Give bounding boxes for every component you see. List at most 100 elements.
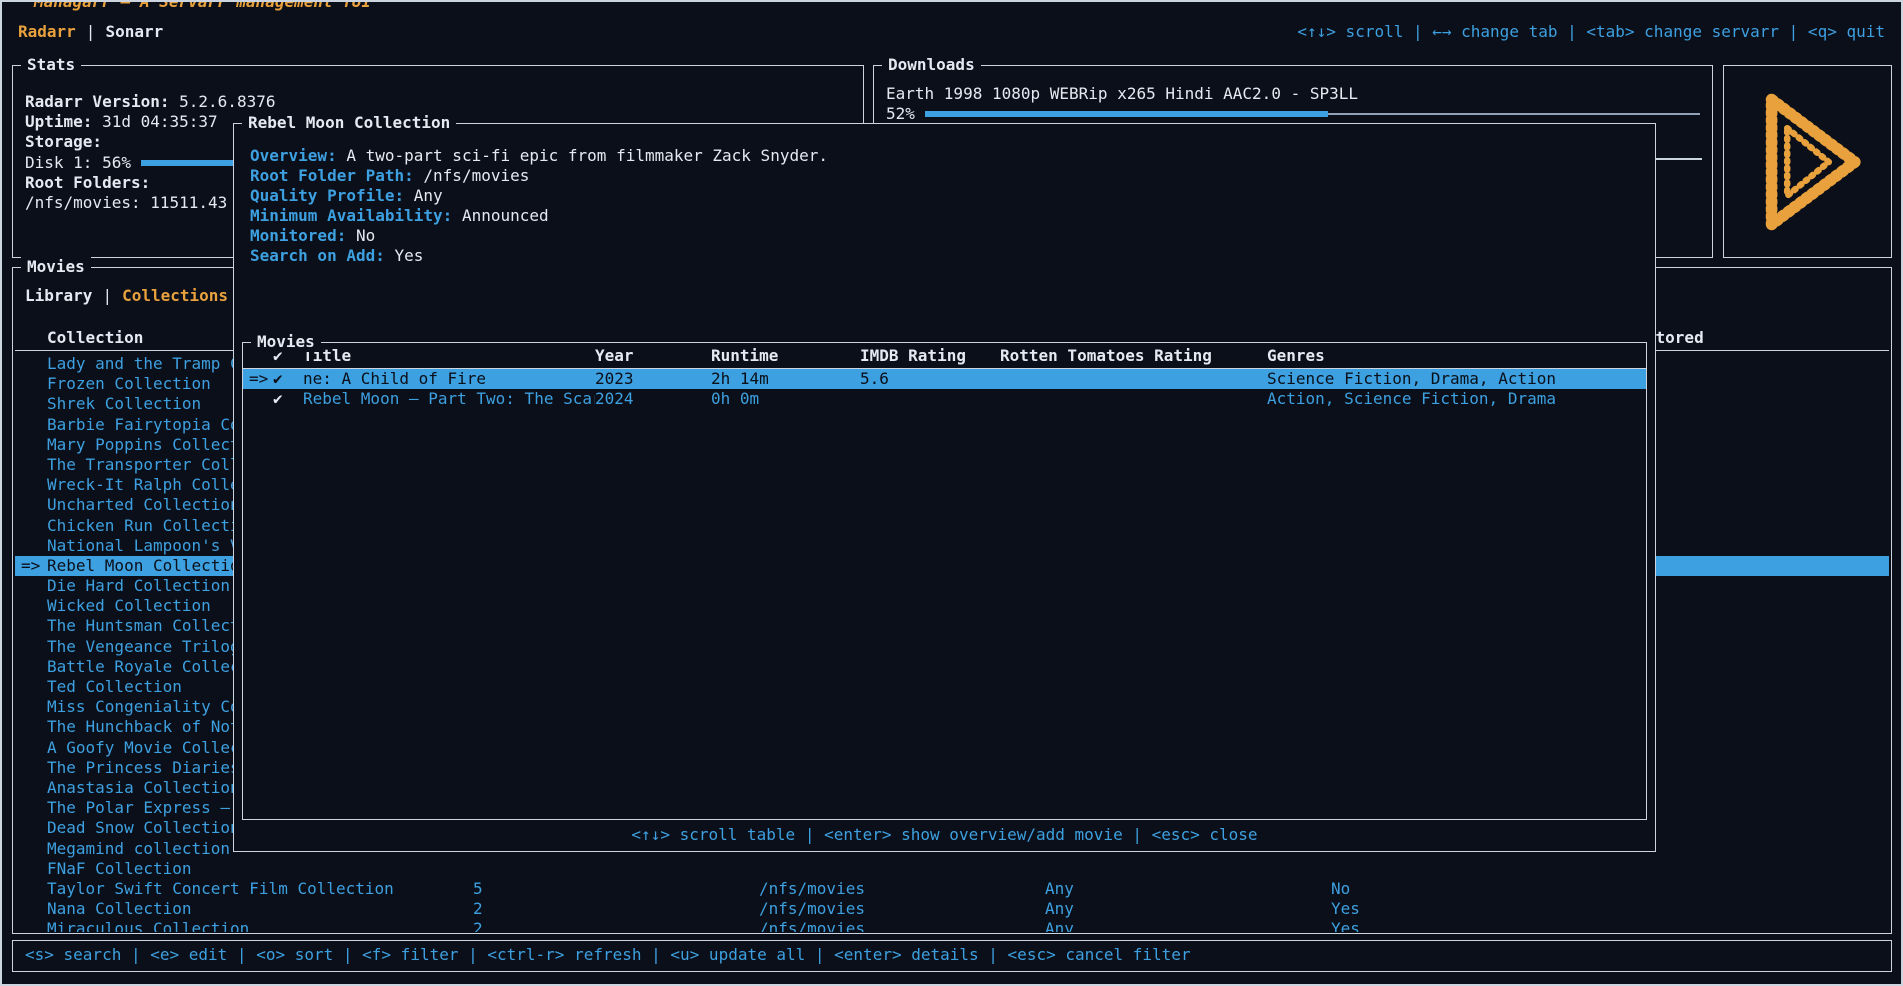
modal-field-value: Announced	[462, 206, 549, 225]
tab-separator: |	[102, 286, 112, 305]
tab-radarr[interactable]: Radarr	[18, 22, 76, 41]
empty-cell	[21, 328, 47, 350]
collection-marker	[21, 394, 47, 414]
download-name: Earth 1998 1080p WEBRip x265 Hindi AAC2.…	[886, 84, 1700, 104]
tab-collections[interactable]: Collections	[122, 286, 228, 305]
collection-marker	[21, 637, 47, 657]
tab-separator: |	[86, 22, 96, 41]
movie-imdb-rating: 5.6	[860, 369, 1000, 389]
collection-monitored	[1617, 839, 1889, 859]
stats-panel-title: Stats	[21, 55, 81, 75]
gauge-fill	[925, 111, 1328, 117]
collection-search-on-add: Yes	[1331, 919, 1617, 932]
modal-field: Overview: A two-part sci-fi epic from fi…	[250, 146, 1639, 166]
collection-row[interactable]: Miraculous Collection2/nfs/moviesAnyYes	[15, 919, 1889, 932]
app-title: Managarr – A Servarr management TUI	[26, 0, 379, 12]
movie-year: 2024	[595, 389, 711, 409]
collection-marker	[21, 354, 47, 374]
collection-monitored	[1617, 717, 1889, 737]
collection-quality-profile: Any	[1045, 879, 1331, 899]
app-window: Managarr – A Servarr management TUI Rada…	[0, 0, 1903, 986]
collection-marker	[21, 879, 47, 899]
collection-search-on-add	[1331, 859, 1617, 879]
collection-movie-count: 2	[473, 899, 759, 919]
collection-marker	[21, 374, 47, 394]
tab-sonarr[interactable]: Sonarr	[105, 22, 163, 41]
collection-monitored	[1617, 495, 1889, 515]
movie-marker	[249, 389, 273, 409]
collection-marker	[21, 475, 47, 495]
download-percent-label: 52%	[886, 104, 915, 124]
movies-tabs: Library|Collections|	[25, 286, 258, 306]
collection-monitored	[1617, 778, 1889, 798]
collection-marker	[21, 839, 47, 859]
bottom-keybind-bar: <s> search | <e> edit | <o> sort | <f> f…	[12, 940, 1892, 972]
movie-runtime: 0h 0m	[711, 389, 860, 409]
movie-check: ✔	[273, 389, 303, 409]
collection-root-folder: /nfs/movies	[759, 879, 1045, 899]
top-keybinds: <↑↓> scroll | ←→ change tab | <tab> chan…	[1297, 22, 1885, 42]
collection-monitored	[1617, 657, 1889, 677]
modal-field-value: Yes	[395, 246, 424, 265]
collection-monitored	[1617, 899, 1889, 919]
collection-row[interactable]: FNaF Collection	[15, 859, 1889, 879]
collection-monitored	[1617, 738, 1889, 758]
modal-field-value: A two-part sci-fi epic from filmmaker Za…	[346, 146, 828, 165]
modal-field-value: Any	[414, 186, 443, 205]
collection-marker	[21, 415, 47, 435]
collection-movie-count: 5	[473, 879, 759, 899]
modal-field-label: Root Folder Path:	[250, 166, 414, 185]
collection-marker	[21, 536, 47, 556]
collection-quality-profile: Any	[1045, 919, 1331, 932]
movies-header-genres: Genres	[1267, 346, 1646, 368]
movies-header-imdb-rating: IMDB Rating	[860, 346, 1000, 368]
modal-field: Monitored: No	[250, 226, 1639, 246]
collection-root-folder: /nfs/movies	[759, 899, 1045, 919]
modal-field-label: Quality Profile:	[250, 186, 404, 205]
collection-marker	[21, 717, 47, 737]
collection-movie-count: 2	[473, 919, 759, 932]
collection-marker	[21, 758, 47, 778]
topbar: Radarr | Sonarr <↑↓> scroll | ←→ change ta…	[18, 22, 1885, 42]
collection-monitored	[1617, 596, 1889, 616]
modal-field-value: No	[356, 226, 375, 245]
movie-title: ne: A Child of Fire	[303, 369, 595, 389]
movies-panel-title: Movies	[21, 257, 91, 277]
collection-monitored	[1617, 859, 1889, 879]
collection-marker	[21, 859, 47, 879]
play-logo-icon	[1743, 82, 1873, 242]
movies-header-runtime: Runtime	[711, 346, 860, 368]
collection-monitored	[1617, 616, 1889, 636]
movie-row[interactable]: =>✔ne: A Child of Fire20232h 14m5.6Scien…	[243, 369, 1646, 389]
collection-marker	[21, 435, 47, 455]
collection-movie-count	[473, 859, 759, 879]
collection-monitored	[1617, 758, 1889, 778]
collection-row[interactable]: Taylor Swift Concert Film Collection5/nf…	[15, 879, 1889, 899]
download-gauge	[925, 104, 1700, 124]
collection-monitored	[1617, 536, 1889, 556]
collection-marker	[21, 516, 47, 536]
movie-year: 2023	[595, 369, 711, 389]
collection-row[interactable]: Nana Collection2/nfs/moviesAnyYes	[15, 899, 1889, 919]
modal-field-label: Minimum Availability:	[250, 206, 452, 225]
logo-panel	[1723, 65, 1892, 258]
collection-marker	[21, 576, 47, 596]
tab-library[interactable]: Library	[25, 286, 92, 305]
modal-title: Rebel Moon Collection	[242, 113, 456, 133]
collection-name: FNaF Collection	[47, 859, 473, 879]
modal-field-label: Monitored:	[250, 226, 346, 245]
modal-movies-header: ✔ Title Year Runtime IMDB Rating Rotten …	[243, 346, 1646, 369]
movie-row[interactable]: ✔Rebel Moon – Part Two: The Scar20240h 0…	[243, 389, 1646, 409]
movies-header-rotten-tomatoes-rating: Rotten Tomatoes Rating	[1000, 346, 1267, 368]
uptime-value: 31d 04:35:37	[102, 112, 218, 131]
collection-monitored	[1617, 919, 1889, 932]
collection-monitored	[1617, 455, 1889, 475]
movie-title: Rebel Moon – Part Two: The Scar	[303, 389, 595, 409]
modal-field: Minimum Availability: Announced	[250, 206, 1639, 226]
collection-search-on-add: Yes	[1331, 899, 1617, 919]
collection-marker	[21, 697, 47, 717]
modal-field: Search on Add: Yes	[250, 246, 1639, 266]
movie-genres: Action, Science Fiction, Drama	[1267, 389, 1646, 409]
version-value: 5.2.6.8376	[179, 92, 275, 111]
modal-field: Quality Profile: Any	[250, 186, 1639, 206]
